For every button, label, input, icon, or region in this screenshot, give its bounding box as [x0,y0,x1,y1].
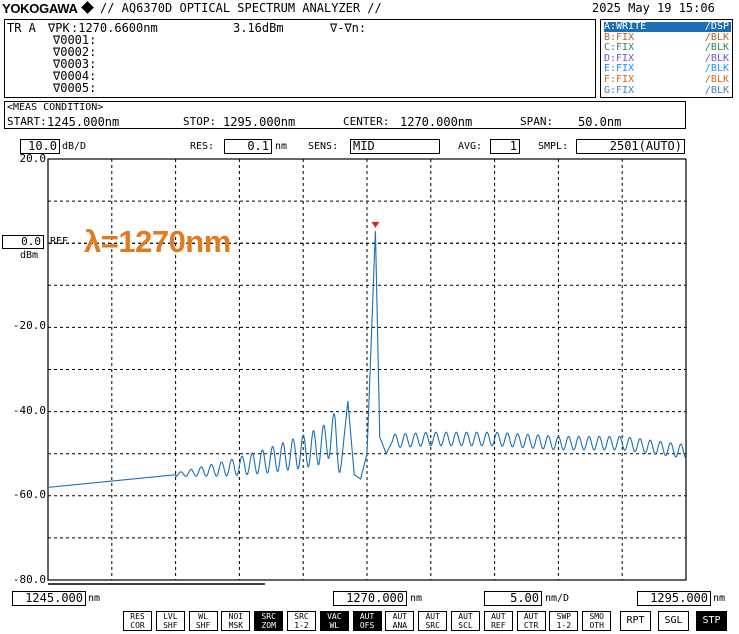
softkey-button[interactable]: SWP 1-2 [549,611,579,631]
softkey-top-label: AUT [392,612,408,621]
repeat-button[interactable]: RPT [620,611,651,631]
softkey-top-label: SRC [294,612,309,621]
softkey-top-label: AUT [425,612,440,621]
softkey-bottom-label: SCL [458,621,473,630]
softkey-top-label: SWP [556,612,572,621]
softkey-top-label: NOI [228,612,244,621]
x-stop-field[interactable]: 1295.000 [637,591,711,606]
softkey-button[interactable]: AUT SRC [418,611,448,631]
single-button[interactable]: SGL [658,611,689,631]
softkey-top-label: SMO [589,612,604,621]
softkey-top-label: WL [198,612,208,621]
x-center-unit: nm [410,593,423,604]
wavelength-annotation: λ=1270nm [84,224,231,259]
softkey-button[interactable]: AUT REF [483,611,513,631]
x-div-field[interactable]: 5.00 [484,591,542,606]
softkey-button[interactable]: RES COR [123,611,152,631]
x-stop-unit: nm [713,593,726,604]
softkey-top-label: AUT [491,612,506,621]
stop-button[interactable]: STP [696,611,727,631]
softkey-button[interactable]: NOI MSK [221,611,251,631]
softkey-bottom-label: 1-2 [556,621,572,630]
peak-marker-icon [371,221,380,228]
softkey-button[interactable]: SRC ZOM [254,611,284,631]
softkey-button[interactable]: LVL SHF [155,611,185,631]
softkey-top-label: AUT [458,612,473,621]
softkey-bottom-label: OTH [589,621,604,630]
softkey-button[interactable]: SRC 1-2 [287,611,316,631]
softkey-bottom-label: SHF [163,621,178,630]
softkey-button[interactable]: SMO OTH [582,611,612,631]
softkey-bottom-label: SHF [195,621,211,630]
softkey-top-label: SRC [261,612,276,621]
softkey-bottom-label: SRC [425,621,440,630]
x-start-field[interactable]: 1245.000 [12,591,86,606]
softkey-button[interactable]: VAC WL [319,611,349,631]
x-center-field[interactable]: 1270.000 [333,591,407,606]
softkey-top-label: AUT [523,612,539,621]
x-start-unit: nm [88,593,101,604]
softkey-top-label: LVL [163,612,178,621]
softkey-top-label: VAC [327,612,342,621]
spectrum-chart[interactable] [0,0,739,634]
softkey-bottom-label: OFS [359,621,375,630]
softkey-bottom-label: CTR [523,621,539,630]
softkey-top-label: RES [130,612,145,621]
softkey-button[interactable]: WL SHF [188,611,218,631]
softkey-button[interactable]: AUT CTR [516,611,546,631]
softkey-bottom-label: ANA [392,621,408,630]
softkey-button[interactable]: AUT SCL [451,611,480,631]
x-div-unit: nm/D [545,593,570,604]
softkey-bottom-label: REF [491,621,506,630]
softkey-bottom-label: COR [130,621,145,630]
softkey-button[interactable]: AUT ANA [385,611,415,631]
softkey-bottom-label: MSK [228,621,244,630]
softkey-button[interactable]: AUT OFS [352,611,382,631]
softkey-bottom-label: WL [329,621,340,630]
softkey-top-label: AUT [359,612,375,621]
softkey-bottom-label: 1-2 [294,621,309,630]
softkey-bottom-label: ZOM [261,621,276,630]
